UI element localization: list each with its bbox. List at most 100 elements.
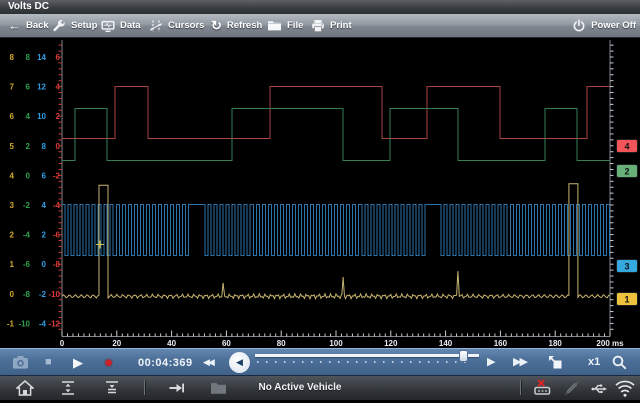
x-axis-labels: 020406080100120140160180200 ms — [60, 339, 624, 348]
saved-data-folder-icon[interactable] — [210, 381, 227, 400]
divider — [520, 380, 521, 395]
svg-text:4: 4 — [42, 201, 47, 210]
svg-text:-10: -10 — [18, 319, 30, 328]
svg-text:6: 6 — [42, 171, 47, 180]
svg-text:8: 8 — [26, 53, 31, 62]
svg-text:4: 4 — [624, 142, 629, 152]
svg-text:0: 0 — [26, 171, 31, 180]
page-title: Volts DC — [8, 1, 49, 12]
back-arrow-icon: ← — [8, 19, 21, 32]
divider — [144, 380, 145, 395]
svg-text:-8: -8 — [53, 260, 61, 269]
svg-text:-4: -4 — [39, 319, 47, 328]
svg-text:160: 160 — [494, 339, 508, 348]
collapse-vertical-icon[interactable] — [104, 380, 120, 401]
svg-text:-2: -2 — [39, 290, 47, 299]
play-button[interactable]: ▶ — [73, 356, 83, 369]
svg-text:2: 2 — [624, 167, 629, 177]
svg-text:-12: -12 — [48, 319, 60, 328]
cursors-button[interactable]: Cursors — [149, 14, 204, 37]
svg-text:100: 100 — [329, 339, 343, 348]
waveform-ch2 — [62, 109, 610, 161]
svg-text:5: 5 — [10, 142, 15, 151]
notes-pencil-icon[interactable] — [564, 380, 581, 401]
svg-text:8: 8 — [10, 53, 15, 62]
scope-display[interactable]: 876543210-186420-2-4-6-8-1014121086420-2… — [0, 38, 640, 348]
zoom-factor-label[interactable]: x1 — [588, 357, 600, 368]
scope-module-disconnected-icon[interactable] — [532, 379, 552, 402]
slider-thumb[interactable] — [459, 350, 468, 362]
svg-text:6: 6 — [10, 112, 15, 121]
waveform-ch3 — [62, 205, 610, 256]
fast-forward-button[interactable]: ▶▶ — [513, 357, 526, 368]
stop-button[interactable]: ■ — [45, 357, 52, 368]
wifi-icon[interactable] — [614, 378, 636, 403]
svg-text:-6: -6 — [23, 260, 31, 269]
svg-text:2: 2 — [42, 231, 47, 240]
file-button[interactable]: File — [267, 14, 303, 37]
power-icon — [572, 19, 586, 33]
setup-button[interactable]: Setup — [52, 14, 97, 37]
slider-track[interactable] — [255, 354, 479, 357]
waveform-ch4 — [62, 87, 610, 139]
svg-text:1: 1 — [10, 260, 15, 269]
channel-badge-3[interactable]: 3 — [617, 260, 638, 273]
y-axis-ch1: 876543210-1 — [7, 53, 15, 328]
playback-bar: ■ ▶ ● 00:04:369 ◀◀ ◀ ▶ ▶▶ x1 — [0, 348, 640, 376]
bottom-status-bar: No Active Vehicle — [0, 376, 640, 400]
forward-button[interactable]: ▶ — [487, 357, 495, 368]
svg-text:4: 4 — [56, 83, 61, 92]
channel-badge-1[interactable]: 1 — [617, 293, 638, 306]
print-button[interactable]: Print — [311, 14, 352, 37]
svg-text:200 ms: 200 ms — [596, 339, 624, 348]
usb-icon[interactable] — [590, 380, 608, 401]
svg-text:-4: -4 — [53, 201, 61, 210]
playback-time: 00:04:369 — [138, 358, 193, 369]
waveform-plot[interactable]: 876543210-186420-2-4-6-8-1014121086420-2… — [0, 38, 640, 348]
monitor-icon — [101, 19, 115, 33]
camera-snapshot-icon[interactable] — [12, 355, 29, 374]
cursors-icon — [149, 19, 163, 33]
svg-text:0: 0 — [56, 142, 61, 151]
dock-input-icon[interactable] — [168, 381, 185, 400]
svg-text:-2: -2 — [53, 171, 61, 180]
svg-text:-4: -4 — [23, 231, 31, 240]
svg-text:10: 10 — [37, 112, 46, 121]
svg-text:2: 2 — [26, 142, 31, 151]
rewind-button[interactable]: ◀◀ — [203, 358, 213, 367]
fullscreen-icon[interactable] — [548, 355, 563, 374]
svg-text:140: 140 — [439, 339, 453, 348]
channel-badge-4[interactable]: 4 — [617, 140, 638, 153]
power-off-button[interactable]: Power Off — [572, 14, 636, 37]
y-axis-ch4: 6420-2-4-6-8-10-12 — [48, 53, 60, 328]
svg-text:2: 2 — [56, 112, 61, 121]
magnifier-icon[interactable] — [611, 354, 628, 375]
svg-text:3: 3 — [10, 201, 15, 210]
expand-vertical-icon[interactable] — [60, 380, 76, 401]
title-bar: Volts DC — [0, 0, 640, 14]
active-vehicle-label[interactable]: No Active Vehicle — [245, 382, 355, 393]
svg-text:0: 0 — [42, 260, 47, 269]
folder-icon — [267, 19, 282, 32]
timeline-slider[interactable] — [253, 349, 481, 375]
svg-text:4: 4 — [26, 112, 31, 121]
home-icon[interactable] — [16, 380, 34, 401]
slider-tick-marks — [257, 361, 473, 363]
svg-text:6: 6 — [26, 83, 31, 92]
svg-text:80: 80 — [277, 339, 286, 348]
data-button[interactable]: Data — [101, 14, 141, 37]
record-button[interactable]: ● — [104, 355, 113, 370]
y-axis-ch2: 86420-2-4-6-8-10 — [18, 53, 30, 328]
svg-text:8: 8 — [42, 142, 47, 151]
svg-text:0: 0 — [10, 290, 15, 299]
back-button[interactable]: ← Back — [8, 14, 49, 37]
svg-text:-6: -6 — [53, 231, 61, 240]
channel-badge-2[interactable]: 2 — [617, 165, 638, 178]
svg-text:4: 4 — [10, 171, 15, 180]
svg-text:180: 180 — [549, 339, 563, 348]
refresh-button[interactable]: ↻ Refresh — [211, 14, 262, 37]
step-back-button[interactable]: ◀ — [229, 352, 250, 373]
svg-text:1: 1 — [624, 295, 629, 305]
scan-tool-screen: { "window": { "title": "Volts DC" }, "ic… — [0, 0, 640, 400]
svg-text:3: 3 — [624, 262, 629, 272]
